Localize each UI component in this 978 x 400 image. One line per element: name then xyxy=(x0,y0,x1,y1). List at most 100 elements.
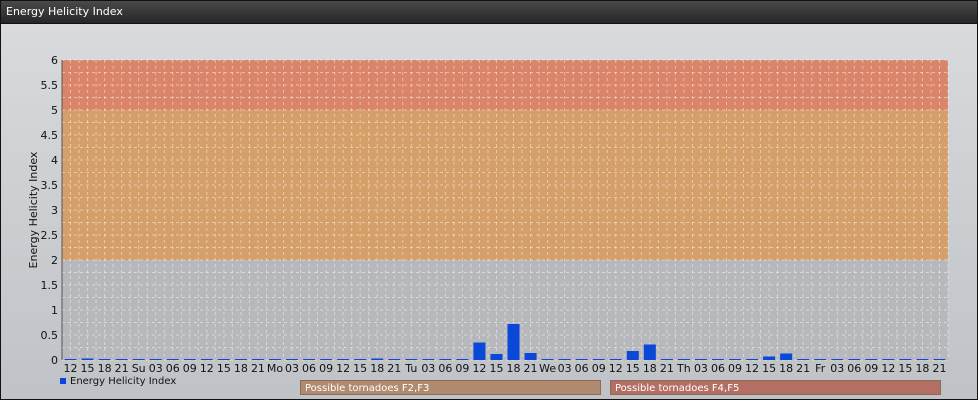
x-tick-label: We xyxy=(539,362,556,375)
x-tick-label: 03 xyxy=(694,362,708,375)
x-tick-label: 09 xyxy=(455,362,469,375)
x-tick-label: 18 xyxy=(915,362,929,375)
x-tick-label: 03 xyxy=(421,362,435,375)
bar xyxy=(388,359,401,360)
x-tick-label: 06 xyxy=(847,362,861,375)
x-tick-label: 15 xyxy=(762,362,776,375)
x-tick-label: 03 xyxy=(285,362,299,375)
x-tick-label: 06 xyxy=(711,362,725,375)
x-tick-label: 12 xyxy=(64,362,78,375)
bar xyxy=(694,359,707,360)
bar xyxy=(541,359,554,360)
x-tick-label: Tu xyxy=(404,362,417,375)
bar xyxy=(831,359,844,360)
bar xyxy=(64,359,77,360)
bar xyxy=(507,324,520,360)
bar xyxy=(763,356,776,360)
x-tick-label: 21 xyxy=(660,362,674,375)
x-tick-label: 09 xyxy=(592,362,606,375)
x-tick-label: 18 xyxy=(98,362,112,375)
bar xyxy=(882,359,895,360)
bar xyxy=(200,359,213,360)
x-tick-label: 18 xyxy=(643,362,657,375)
y-axis-label: Energy Helicity Index xyxy=(27,151,40,268)
zone-f2-f3-label: Possible tornadoes F2,F3 xyxy=(300,380,601,395)
bar xyxy=(183,359,196,360)
x-tick-label: 21 xyxy=(524,362,538,375)
bar xyxy=(149,359,162,360)
bar xyxy=(217,359,230,360)
x-tick-label: 09 xyxy=(183,362,197,375)
bar xyxy=(711,359,724,360)
bar xyxy=(320,359,333,360)
bar xyxy=(371,358,384,360)
bar xyxy=(115,359,128,360)
x-tick-label: 03 xyxy=(830,362,844,375)
bar xyxy=(677,359,690,360)
x-tick-label: 12 xyxy=(881,362,895,375)
x-tick-label: 15 xyxy=(217,362,231,375)
y-tick-label: 5 xyxy=(51,104,58,117)
x-tick-label: 21 xyxy=(387,362,401,375)
bar xyxy=(558,359,571,360)
bar xyxy=(660,359,673,360)
bar xyxy=(592,359,605,360)
y-tick-label: 4 xyxy=(51,154,58,167)
bar xyxy=(286,359,299,360)
x-tick-label: 09 xyxy=(728,362,742,375)
x-tick-label: 06 xyxy=(575,362,589,375)
bar xyxy=(234,359,247,360)
x-tick-label: 06 xyxy=(302,362,316,375)
bar xyxy=(797,359,810,360)
x-tick-label: 12 xyxy=(336,362,350,375)
x-tick-label: 18 xyxy=(779,362,793,375)
bar xyxy=(899,359,912,360)
zone-f4-f5-label: Possible tornadoes F4,F5 xyxy=(610,380,941,395)
x-tick-label: 03 xyxy=(149,362,163,375)
x-tick-label: 15 xyxy=(489,362,503,375)
y-tick-label: 2 xyxy=(51,254,58,267)
bar xyxy=(609,359,622,360)
energy-helicity-chart: 0 0.5 1 1.5 2 2.5 3 3.5 4 4.5 5 5.5 6 Energy Helicity… xyxy=(27,54,949,375)
bar xyxy=(268,359,281,360)
x-tick-label: 06 xyxy=(438,362,452,375)
bar xyxy=(81,358,94,360)
x-tick-label: 12 xyxy=(745,362,759,375)
y-tick-label: 3.5 xyxy=(41,179,59,192)
x-tick-label: Th xyxy=(676,362,691,375)
legend-label: Energy Helicity Index xyxy=(70,376,177,387)
x-tick-label: 09 xyxy=(319,362,333,375)
bar xyxy=(132,359,145,360)
x-tick-label: 15 xyxy=(898,362,912,375)
y-tick-label: 5.5 xyxy=(41,79,59,92)
bar xyxy=(933,359,946,360)
x-tick-label: 21 xyxy=(932,362,946,375)
y-tick-label: 1 xyxy=(51,304,58,317)
legend-swatch xyxy=(60,378,66,384)
y-tick-label: 0.5 xyxy=(41,329,59,342)
x-tick-label: Su xyxy=(132,362,146,375)
x-tick-label: Fr xyxy=(815,362,826,375)
legend[interactable]: Energy Helicity Index xyxy=(60,376,176,387)
x-tick-label: 21 xyxy=(115,362,129,375)
y-tick-label: 6 xyxy=(51,54,58,67)
x-tick-label: 18 xyxy=(370,362,384,375)
y-tick-label: 2.5 xyxy=(41,229,59,242)
bar xyxy=(166,359,179,360)
bar xyxy=(98,359,111,360)
bar xyxy=(473,342,486,360)
bar xyxy=(524,353,537,360)
bar xyxy=(422,359,435,360)
x-tick-label: Mo xyxy=(267,362,283,375)
bar xyxy=(405,359,418,360)
bar xyxy=(848,359,861,360)
x-tick-label: 21 xyxy=(796,362,810,375)
bar xyxy=(780,353,793,360)
bar xyxy=(814,359,827,360)
x-tick-label: 12 xyxy=(609,362,623,375)
bar xyxy=(354,359,367,360)
bar xyxy=(337,359,350,360)
x-tick-label: 21 xyxy=(251,362,265,375)
bar xyxy=(729,359,742,360)
x-tick-label: 12 xyxy=(472,362,486,375)
